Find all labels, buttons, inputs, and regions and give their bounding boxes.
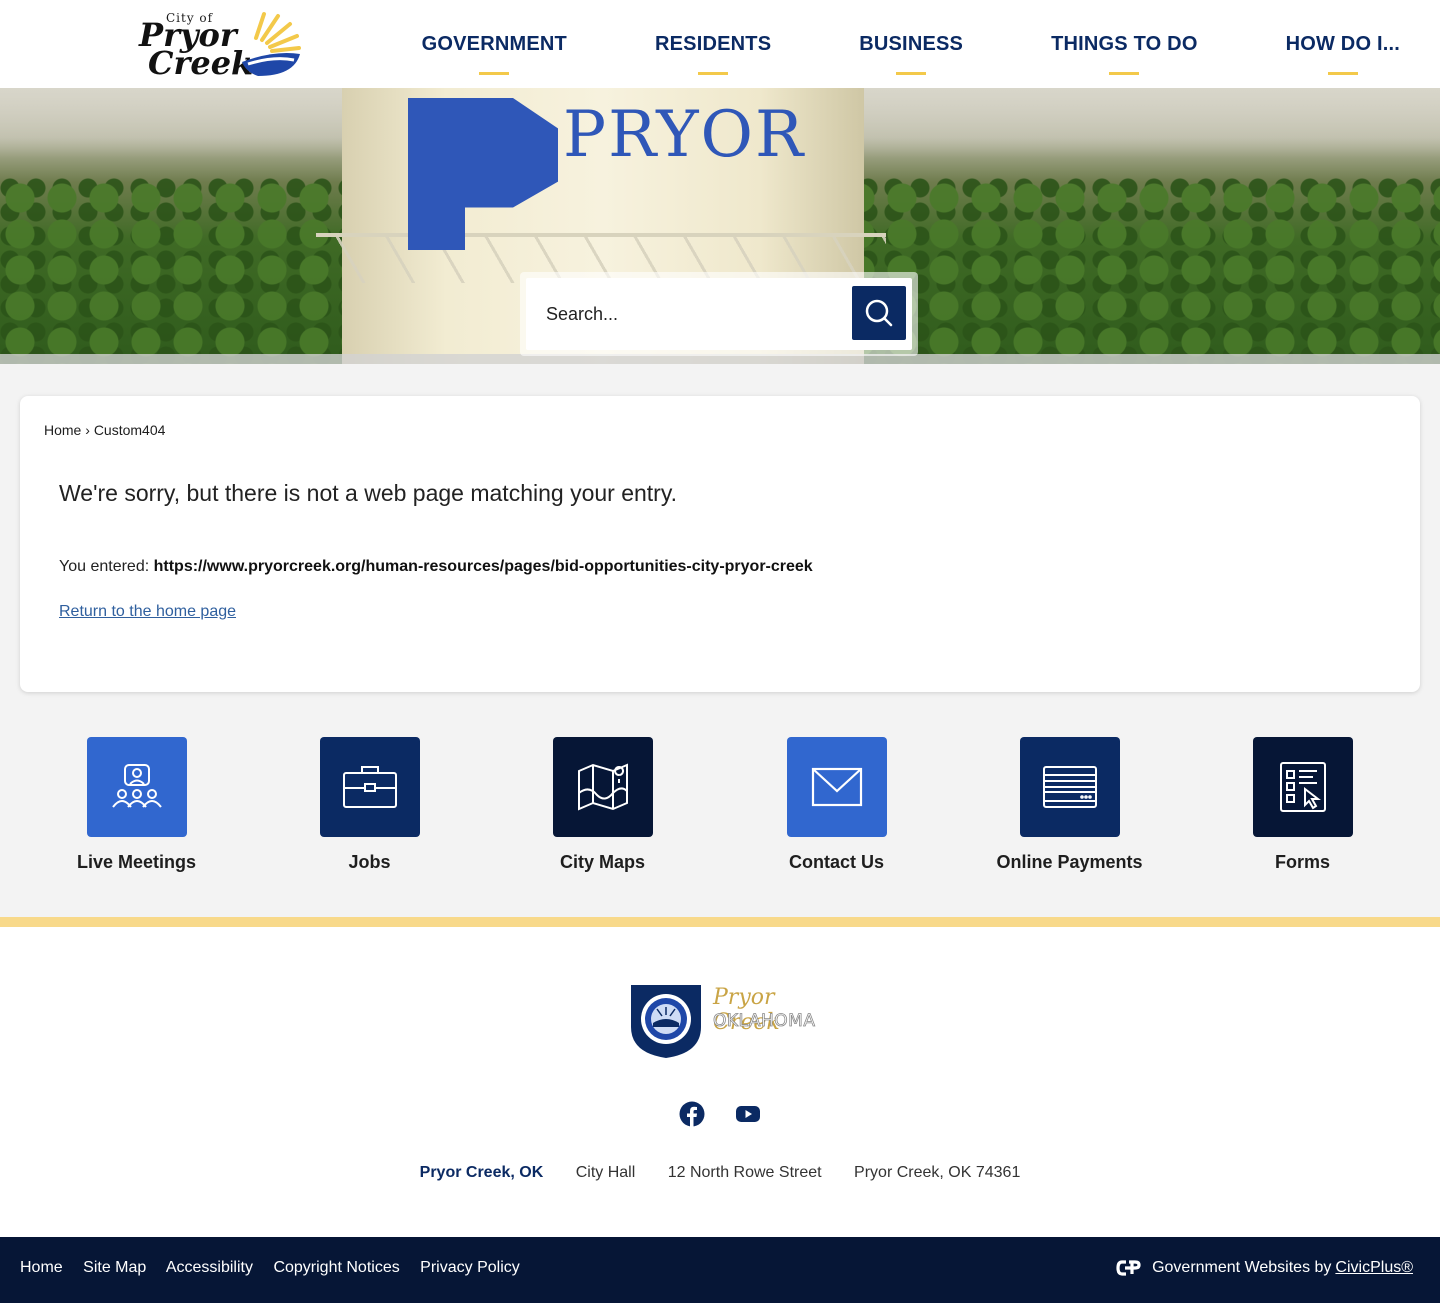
bottom-link-copyright[interactable]: Copyright Notices [273, 1259, 399, 1276]
social-links [678, 1100, 790, 1128]
quick-link-label: Forms [1274, 852, 1330, 872]
search-input[interactable] [526, 278, 846, 350]
entered-url-line: You entered: https://www.pryorcreek.org/… [59, 558, 813, 576]
form-icon [1279, 762, 1326, 812]
quick-link-label: Contact Us [788, 852, 884, 872]
bottom-bar: Home Site Map Accessibility Copyright No… [0, 1237, 1440, 1303]
quick-link-label: Jobs [348, 852, 391, 872]
footer-address: Pryor Creek, OK City Hall 12 North Rowe … [0, 1164, 1440, 1182]
search-box [520, 272, 918, 356]
site-logo[interactable]: City of Pryor Creek [138, 10, 303, 82]
facebook-icon [679, 1101, 705, 1127]
sun-icon [242, 12, 301, 76]
meeting-icon [111, 764, 162, 808]
civicplus-icon [1116, 1260, 1141, 1276]
search-container [526, 278, 912, 350]
quick-link-label: Online Payments [996, 852, 1143, 872]
quick-link-label: Live Meetings [76, 852, 197, 872]
breadcrumb-home[interactable]: Home [44, 422, 81, 438]
breadcrumb-separator: › [85, 422, 90, 438]
entered-url: https://www.pryorcreek.org/human-resourc… [153, 558, 813, 575]
envelope-icon [811, 767, 862, 807]
quick-links: Live Meetings Jobs City Maps Contact Us … [0, 737, 1440, 887]
nav-government[interactable]: GOVERNMENT [422, 33, 567, 75]
credit-card-icon [1042, 766, 1097, 808]
civicplus-link[interactable]: CivicPlus® [1335, 1259, 1413, 1277]
footer-logo[interactable]: Pryor Creek OKLAHOMA [629, 983, 819, 1059]
nav-how-do-i[interactable]: HOW DO I... [1286, 33, 1400, 75]
nav-residents[interactable]: RESIDENTS [655, 33, 771, 75]
search-button[interactable] [852, 286, 906, 340]
address-building: City Hall [575, 1164, 636, 1181]
bottom-link-privacy[interactable]: Privacy Policy [420, 1259, 520, 1276]
site-footer: Pryor Creek OKLAHOMA Pryor Creek, OK Cit… [0, 927, 1440, 1237]
footer-divider [0, 917, 1440, 927]
quick-link-tile [552, 737, 653, 837]
site-header: City of Pryor Creek GOVERNMENT RESIDENTS… [0, 0, 1440, 88]
briefcase-icon [342, 766, 397, 808]
address-city: Pryor Creek, OK 74361 [854, 1164, 1021, 1181]
bottom-link-accessibility[interactable]: Accessibility [166, 1259, 253, 1276]
civicplus-prefix: Government Websites by [1152, 1259, 1332, 1276]
bottom-links: Home Site Map Accessibility Copyright No… [20, 1259, 536, 1277]
bottom-link-home[interactable]: Home [20, 1259, 63, 1276]
search-icon [865, 299, 893, 327]
hero-banner: PRYOR [0, 88, 1440, 364]
civicplus-credit: Government Websites by CivicPlus® [1116, 1259, 1413, 1277]
footer-logo-state: OKLAHOMA [713, 1011, 816, 1032]
error-card: Home › Custom404 We're sorry, but there … [20, 396, 1420, 692]
quick-link-contact-us[interactable]: Contact Us [720, 737, 953, 873]
facebook-link[interactable] [678, 1100, 706, 1128]
entered-label: You entered: [59, 558, 150, 575]
quick-link-online-payments[interactable]: Online Payments [953, 737, 1186, 873]
quick-link-tile [1019, 737, 1120, 837]
quick-link-city-maps[interactable]: City Maps [486, 737, 719, 873]
main-nav: GOVERNMENT RESIDENTS BUSINESS THINGS TO … [334, 0, 1400, 88]
breadcrumb: Home › Custom404 [44, 422, 165, 438]
quick-link-forms[interactable]: Forms [1186, 737, 1419, 873]
quick-link-tile [1252, 737, 1353, 837]
quick-link-jobs[interactable]: Jobs [253, 737, 486, 873]
breadcrumb-current: Custom404 [93, 422, 166, 438]
quick-link-tile [319, 737, 420, 837]
city-seal-icon [631, 985, 701, 1058]
tower-text: PRYOR [563, 98, 806, 172]
nav-things-to-do[interactable]: THINGS TO DO [1051, 33, 1197, 75]
bottom-link-site-map[interactable]: Site Map [83, 1259, 146, 1276]
quick-link-tile [786, 737, 887, 837]
nav-business[interactable]: BUSINESS [859, 33, 963, 75]
address-street: 12 North Rowe Street [667, 1164, 822, 1181]
error-message: We're sorry, but there is not a web page… [59, 480, 678, 506]
address-name: Pryor Creek, OK [419, 1164, 544, 1181]
map-icon [577, 763, 628, 811]
return-home-link[interactable]: Return to the home page [59, 603, 236, 621]
quick-link-label: City Maps [559, 852, 646, 872]
quick-link-tile [86, 737, 187, 837]
youtube-icon [736, 1106, 760, 1122]
quick-link-live-meetings[interactable]: Live Meetings [20, 737, 253, 873]
youtube-link[interactable] [734, 1100, 762, 1128]
